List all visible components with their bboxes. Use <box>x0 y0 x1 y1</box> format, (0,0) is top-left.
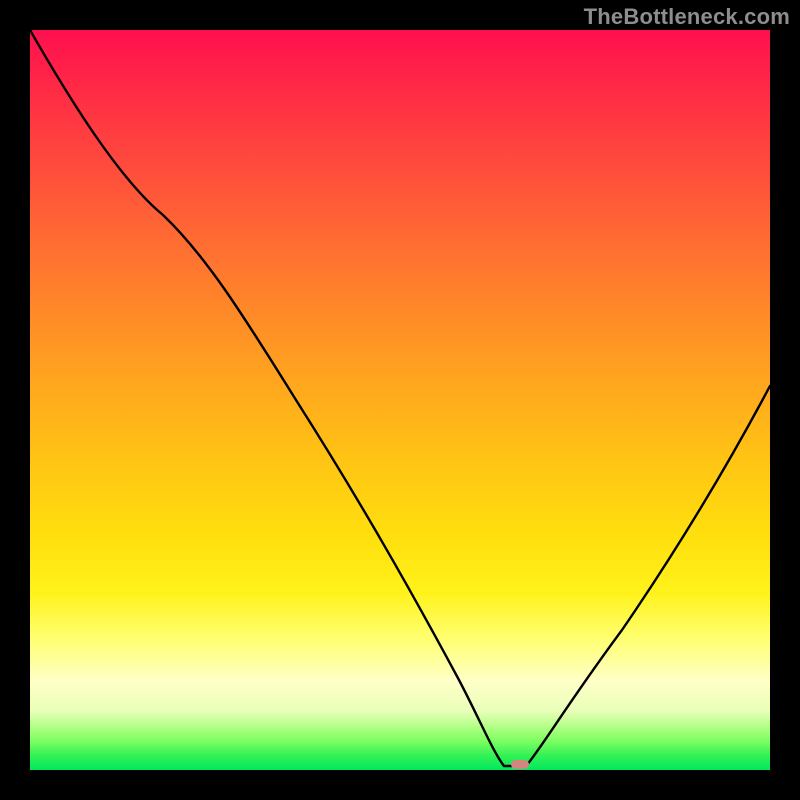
watermark-label: TheBottleneck.com <box>584 4 790 30</box>
plot-area <box>30 30 770 770</box>
bottleneck-curve <box>30 30 770 766</box>
curve-svg <box>30 30 770 770</box>
optimal-marker <box>511 760 529 769</box>
chart-container: TheBottleneck.com <box>0 0 800 800</box>
